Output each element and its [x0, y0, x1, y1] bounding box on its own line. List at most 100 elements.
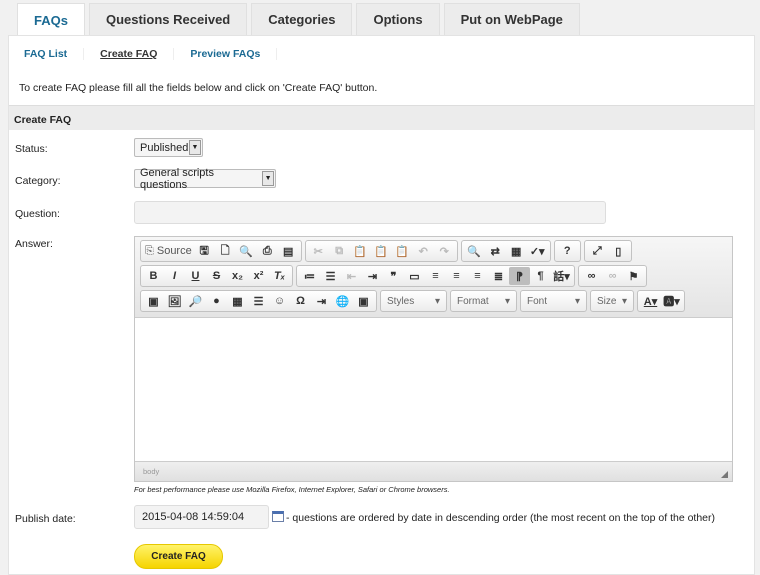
- resize-handle-icon[interactable]: [721, 471, 728, 478]
- bold-icon[interactable]: B: [143, 267, 164, 285]
- redo-icon[interactable]: ↷: [434, 242, 455, 260]
- tab-options[interactable]: Options: [356, 3, 440, 35]
- main-panel: FAQ List Create FAQ Preview FAQs To crea…: [8, 35, 755, 575]
- undo-icon[interactable]: ↶: [413, 242, 434, 260]
- flash-icon[interactable]: ●: [206, 292, 227, 310]
- div-container-icon[interactable]: ▭: [404, 267, 425, 285]
- table-icon[interactable]: ▦: [227, 292, 248, 310]
- category-select[interactable]: General scripts questions ▼: [134, 166, 276, 191]
- chevron-down-icon: ▾: [574, 295, 580, 307]
- create-faq-link[interactable]: Create FAQ: [100, 48, 175, 60]
- bulleted-list-icon[interactable]: ☰: [320, 267, 341, 285]
- rtl-icon[interactable]: ¶: [530, 267, 551, 285]
- image-icon[interactable]: 🖼: [164, 292, 185, 310]
- styles-label: Styles: [387, 295, 415, 307]
- tab-put-on-webpage[interactable]: Put on WebPage: [443, 3, 580, 35]
- page-break-icon[interactable]: ⇥: [311, 292, 332, 310]
- tab-categories[interactable]: Categories: [251, 3, 353, 35]
- strikethrough-icon[interactable]: S: [206, 267, 227, 285]
- tab-faqs[interactable]: FAQs: [17, 3, 85, 36]
- font-dropdown[interactable]: Font ▾: [520, 290, 587, 312]
- underline-icon[interactable]: U: [185, 267, 206, 285]
- italic-icon[interactable]: I: [164, 267, 185, 285]
- format-dropdown[interactable]: Format ▾: [450, 290, 517, 312]
- section-header: Create FAQ: [9, 105, 754, 130]
- select-all-icon[interactable]: ▦: [506, 242, 527, 260]
- status-label: Status:: [15, 143, 48, 155]
- indent-icon[interactable]: ⇥: [362, 267, 383, 285]
- justify-icon[interactable]: ≣: [488, 267, 509, 285]
- show-blocks-icon[interactable]: ▯: [608, 242, 629, 260]
- unlink-icon[interactable]: ∞: [602, 267, 623, 285]
- calendar-icon[interactable]: [272, 511, 284, 522]
- cut-icon[interactable]: ✂: [308, 242, 329, 260]
- save-icon[interactable]: 🖫: [194, 242, 215, 260]
- publish-date-input[interactable]: 2015-04-08 14:59:04: [134, 505, 269, 529]
- special-char-icon[interactable]: Ω: [290, 292, 311, 310]
- smiley-icon[interactable]: ☺: [269, 292, 290, 310]
- outdent-icon[interactable]: ⇤: [341, 267, 362, 285]
- faq-list-link[interactable]: FAQ List: [24, 48, 85, 60]
- create-faq-button[interactable]: Create FAQ: [134, 544, 223, 569]
- maximize-icon[interactable]: ⤢: [587, 242, 608, 260]
- paste-text-icon[interactable]: 📋: [371, 242, 392, 260]
- paste-icon[interactable]: 📋: [350, 242, 371, 260]
- preview-faqs-link[interactable]: Preview FAQs: [190, 48, 278, 60]
- status-select[interactable]: Published ▼: [134, 138, 203, 157]
- main-tabs: FAQs Questions Received Categories Optio…: [17, 3, 580, 36]
- preview-icon[interactable]: 🔍: [236, 242, 257, 260]
- remove-format-icon[interactable]: Tₓ: [269, 267, 290, 285]
- link-icon[interactable]: ∞: [581, 267, 602, 285]
- code-snippet-icon[interactable]: ▣: [353, 292, 374, 310]
- font-label: Font: [527, 295, 548, 307]
- publish-date-description: - questions are ordered by date in desce…: [286, 512, 716, 524]
- youtube-icon[interactable]: ▣: [143, 292, 164, 310]
- subscript-icon[interactable]: x₂: [227, 267, 248, 285]
- size-dropdown[interactable]: Size ▾: [590, 290, 634, 312]
- print-icon[interactable]: ⎙: [257, 242, 278, 260]
- zoom-icon[interactable]: 🔎: [185, 292, 206, 310]
- iframe-icon[interactable]: 🌐: [332, 292, 353, 310]
- source-label: Source: [156, 245, 192, 257]
- editor-status-bar: body: [135, 461, 732, 481]
- status-value: Published: [140, 141, 189, 154]
- question-input[interactable]: [134, 201, 606, 224]
- text-color-icon[interactable]: A▾: [640, 292, 661, 310]
- chevron-down-icon: ▼: [262, 171, 274, 186]
- align-left-icon[interactable]: ≡: [425, 267, 446, 285]
- ltr-icon[interactable]: ⁋: [509, 267, 530, 285]
- styles-dropdown[interactable]: Styles ▾: [380, 290, 447, 312]
- tab-questions-received[interactable]: Questions Received: [88, 3, 248, 35]
- instruction-text: To create FAQ please fill all the fields…: [19, 82, 378, 94]
- horizontal-line-icon[interactable]: ☰: [248, 292, 269, 310]
- chevron-down-icon: ▾: [434, 295, 440, 307]
- anchor-icon[interactable]: ⚑: [623, 267, 644, 285]
- replace-icon[interactable]: ⇄: [485, 242, 506, 260]
- category-label: Category:: [15, 175, 61, 187]
- superscript-icon[interactable]: x²: [248, 267, 269, 285]
- browser-note: For best performance please use Mozilla …: [134, 485, 450, 494]
- size-label: Size: [597, 295, 617, 307]
- align-center-icon[interactable]: ≡: [446, 267, 467, 285]
- question-label: Question:: [15, 208, 60, 220]
- copy-icon[interactable]: ⧉: [329, 242, 350, 260]
- element-path[interactable]: body: [143, 467, 159, 476]
- blockquote-icon[interactable]: ❞: [383, 267, 404, 285]
- new-page-icon[interactable]: 🗋: [215, 242, 236, 260]
- paste-word-icon[interactable]: 📋: [392, 242, 413, 260]
- templates-icon[interactable]: ▤: [278, 242, 299, 260]
- align-right-icon[interactable]: ≡: [467, 267, 488, 285]
- background-color-icon[interactable]: 🅰▾: [661, 292, 682, 310]
- language-icon[interactable]: 話▾: [551, 267, 572, 285]
- numbered-list-icon[interactable]: ≔: [299, 267, 320, 285]
- sub-navigation: FAQ List Create FAQ Preview FAQs: [24, 48, 293, 60]
- chevron-down-icon: ▼: [189, 140, 201, 155]
- spellcheck-icon[interactable]: ✓▾: [527, 242, 548, 260]
- answer-label: Answer:: [15, 238, 53, 250]
- help-icon[interactable]: ?: [557, 242, 578, 260]
- editor-content-area[interactable]: [135, 318, 732, 461]
- category-value: General scripts questions: [140, 166, 214, 191]
- find-icon[interactable]: 🔍: [464, 242, 485, 260]
- source-button[interactable]: ⎘ Source: [143, 242, 194, 260]
- rich-text-editor: ⎘ Source 🖫 🗋 🔍 ⎙ ▤ ✂ ⧉ 📋 📋 📋 ↶ ↷ 🔍 ⇄ ▦ ✓…: [134, 236, 733, 482]
